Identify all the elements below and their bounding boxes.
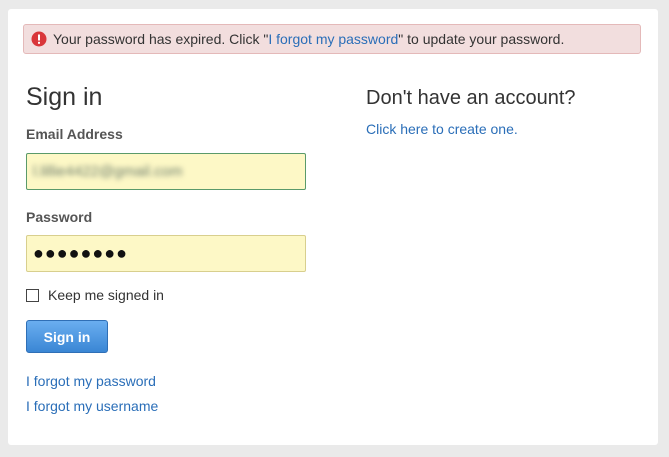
alert-forgot-password-link[interactable]: I forgot my password <box>268 31 398 47</box>
error-icon <box>31 31 47 47</box>
email-label: Email Address <box>26 126 123 142</box>
remember-me-label[interactable]: Keep me signed in <box>48 287 164 303</box>
email-field[interactable]: l.lillie4422@gmail.com <box>26 153 306 190</box>
remember-me-row: Keep me signed in <box>26 287 164 303</box>
create-account-link[interactable]: Click here to create one. <box>366 121 518 137</box>
signin-title: Sign in <box>26 83 103 111</box>
signin-button[interactable]: Sign in <box>26 320 108 353</box>
forgot-password-link[interactable]: I forgot my password <box>26 373 156 389</box>
alert-message: Your password has expired. Click "I forg… <box>53 31 564 47</box>
alert-prefix: Your password has expired. Click " <box>53 31 269 47</box>
signup-title: Don't have an account? <box>366 87 576 109</box>
password-field[interactable]: ●●●●●●●● <box>26 235 306 272</box>
alert-suffix: " to update your password. <box>398 31 565 47</box>
email-value: l.lillie4422@gmail.com <box>33 163 183 180</box>
remember-me-checkbox[interactable] <box>26 288 39 302</box>
password-value: ●●●●●●●● <box>33 243 128 263</box>
login-panel: Your password has expired. Click "I forg… <box>8 9 658 445</box>
password-label: Password <box>26 209 93 225</box>
forgot-username-link[interactable]: I forgot my username <box>26 398 158 414</box>
password-expired-alert: Your password has expired. Click "I forg… <box>23 24 641 54</box>
